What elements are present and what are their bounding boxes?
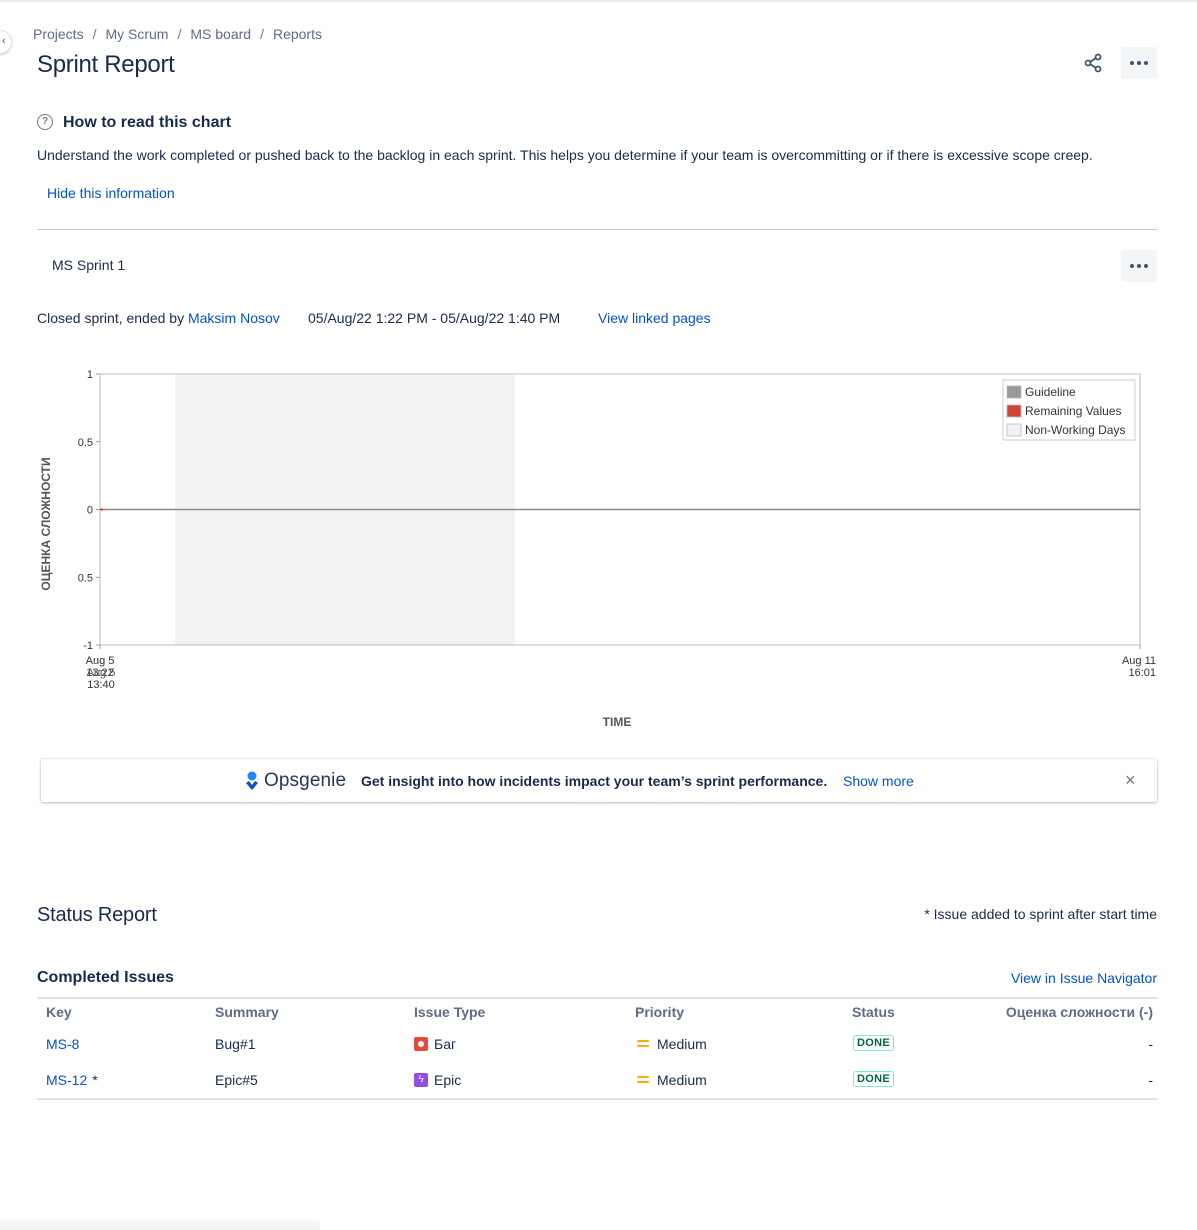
issue-estimate: - xyxy=(1148,1072,1153,1088)
status-badge: DONE xyxy=(853,1071,894,1087)
share-icon xyxy=(1084,53,1102,73)
priority-medium-icon xyxy=(637,1039,649,1049)
issue-priority: Medium xyxy=(637,1036,707,1052)
y-axis-label: ОЦЕНКА СЛОЖНОСТИ xyxy=(39,457,53,590)
column-header-key[interactable]: Key xyxy=(46,1004,72,1020)
help-title: How to read this chart xyxy=(63,114,232,131)
top-border xyxy=(0,0,1197,2)
sidebar-collapse-button[interactable]: ‹ xyxy=(0,30,12,54)
y-tick-label: 0 xyxy=(87,505,93,517)
breadcrumb-separator: / xyxy=(92,26,97,42)
issue-summary: Epic#5 xyxy=(215,1072,258,1088)
bug-icon xyxy=(414,1037,428,1051)
bottom-shadow xyxy=(0,1215,320,1230)
help-text: Understand the work completed or pushed … xyxy=(37,147,1093,163)
more-icon xyxy=(1130,264,1148,268)
sprint-selector[interactable]: MS Sprint 1 xyxy=(52,257,125,273)
table-row-key: MS-12 * xyxy=(46,1072,98,1088)
column-header-status[interactable]: Status xyxy=(852,1004,895,1020)
more-icon xyxy=(1130,61,1148,65)
y-tick-label: 1 xyxy=(87,369,93,381)
burndown-chart: 1 0.5 0 0.5 -1 Aug 5 13:22 Aug 5 13:40 Aug 11 16:0… xyxy=(30,360,1170,740)
opsgenie-show-more-link[interactable]: Show more xyxy=(843,773,914,789)
breadcrumb-reports[interactable]: Reports xyxy=(273,26,322,42)
issue-type: ϟ Epic xyxy=(414,1072,461,1088)
x-tick-label: 13:40 xyxy=(87,679,115,691)
sprint-ended-by-link[interactable]: Maksim Nosov xyxy=(188,310,280,326)
chevron-left-icon: ‹ xyxy=(2,35,6,47)
opsgenie-logo-text: Opsgenie xyxy=(264,770,347,791)
sprint-more-button[interactable] xyxy=(1121,250,1157,282)
issue-key-link[interactable]: MS-8 xyxy=(46,1036,79,1052)
chart-svg: 10.500.5-1Aug 513:22Aug 513:40Aug 1116:0… xyxy=(39,369,1156,729)
status-report-note: * Issue added to sprint after start time xyxy=(924,906,1157,922)
breadcrumb-separator: / xyxy=(177,26,182,42)
issue-summary: Bug#1 xyxy=(215,1036,256,1052)
divider xyxy=(37,229,1157,230)
y-tick-label: 0.5 xyxy=(78,437,93,449)
priority-label: Medium xyxy=(657,1036,707,1052)
priority-medium-icon xyxy=(637,1075,649,1085)
page-title: Sprint Report xyxy=(37,51,175,78)
x-tick-label: 16:01 xyxy=(1128,667,1156,679)
issue-type-label: Баг xyxy=(434,1036,457,1052)
issue-type-label: Epic xyxy=(434,1072,462,1088)
x-axis-label: TIME xyxy=(603,715,632,729)
table-top-border xyxy=(37,997,1157,999)
share-button[interactable] xyxy=(1077,47,1109,79)
question-icon: ? xyxy=(37,114,53,130)
sprint-dates: 05/Aug/22 1:22 PM - 05/Aug/22 1:40 PM xyxy=(308,310,561,326)
legend-swatch xyxy=(1006,404,1022,418)
breadcrumb-my-scrum[interactable]: My Scrum xyxy=(105,26,168,42)
column-header-estimate[interactable]: Оценка сложности (-) xyxy=(1006,1004,1153,1020)
legend-label: Guideline xyxy=(1025,385,1076,399)
x-tick-label: Aug 5 xyxy=(86,655,115,667)
opsgenie-banner: Opsgenie Get insight into how incidents … xyxy=(41,759,1157,802)
column-header-priority[interactable]: Priority xyxy=(635,1004,684,1020)
opsgenie-icon xyxy=(246,771,258,790)
added-marker: * xyxy=(92,1072,98,1088)
breadcrumb-ms-board[interactable]: MS board xyxy=(190,26,251,42)
table-row-key: MS-8 xyxy=(46,1036,84,1052)
y-tick-label: 0.5 xyxy=(78,572,93,584)
priority-label: Medium xyxy=(657,1072,707,1088)
sprint-closed-label: Closed sprint, ended by xyxy=(37,310,185,326)
x-tick-label: Aug 11 xyxy=(1122,655,1156,667)
x-tick-label: Aug 5 xyxy=(87,667,116,679)
issue-status: DONE xyxy=(853,1071,894,1087)
completed-issues-title: Completed Issues xyxy=(37,969,174,986)
issue-estimate: - xyxy=(1148,1036,1153,1052)
view-in-issue-navigator-link[interactable]: View in Issue Navigator xyxy=(1011,970,1157,986)
legend-swatch xyxy=(1006,423,1022,437)
sprint-closed-info: Closed sprint, ended by Maksim Nosov xyxy=(37,310,280,326)
view-linked-pages-link[interactable]: View linked pages xyxy=(598,310,711,326)
legend-label: Non-Working Days xyxy=(1025,423,1125,437)
legend-label: Remaining Values xyxy=(1025,404,1122,418)
issue-status: DONE xyxy=(853,1035,894,1051)
column-header-issue-type[interactable]: Issue Type xyxy=(414,1004,485,1020)
issue-priority: Medium xyxy=(637,1072,707,1088)
opsgenie-message: Get insight into how incidents impact yo… xyxy=(361,773,828,789)
status-report-title: Status Report xyxy=(37,904,157,926)
status-badge: DONE xyxy=(853,1035,894,1051)
breadcrumb: Projects / My Scrum / MS board / Reports xyxy=(33,26,322,42)
close-icon[interactable]: × xyxy=(1125,770,1136,791)
issue-key-link[interactable]: MS-12 xyxy=(46,1072,87,1088)
more-actions-button[interactable] xyxy=(1121,47,1157,79)
opsgenie-logo: Opsgenie xyxy=(245,770,346,792)
legend-swatch xyxy=(1006,385,1022,399)
y-tick-label: -1 xyxy=(83,640,93,652)
epic-icon: ϟ xyxy=(414,1073,428,1087)
breadcrumb-projects[interactable]: Projects xyxy=(33,26,84,42)
table-bottom-border xyxy=(37,1098,1157,1100)
hide-info-link[interactable]: Hide this information xyxy=(47,185,175,201)
issue-type: Баг xyxy=(414,1036,456,1052)
breadcrumb-separator: / xyxy=(260,26,264,42)
column-header-summary[interactable]: Summary xyxy=(215,1004,279,1020)
